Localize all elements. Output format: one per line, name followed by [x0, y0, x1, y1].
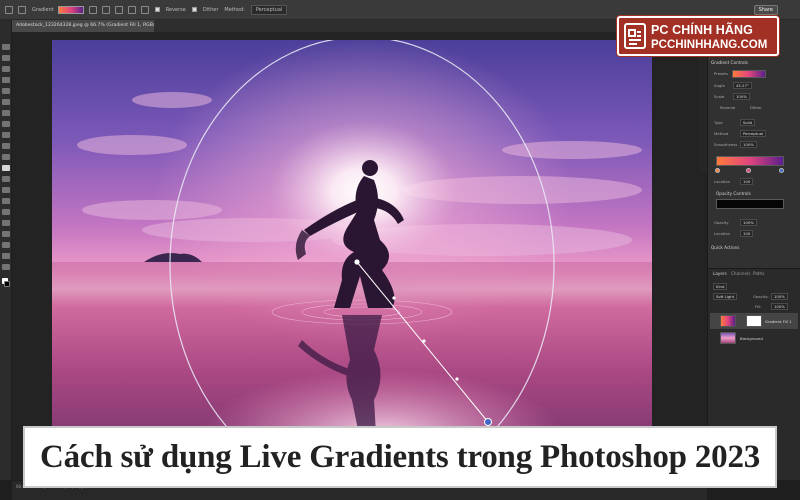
- background-color-swatch[interactable]: [4, 281, 10, 287]
- healing-tool-icon[interactable]: [2, 121, 10, 127]
- color-stop-2[interactable]: [746, 168, 751, 173]
- crop-tool-icon[interactable]: [2, 88, 10, 94]
- frame-tool-icon[interactable]: [2, 99, 10, 105]
- opacity-location-input[interactable]: 100: [740, 230, 754, 237]
- opacity-location-label: Location: [714, 231, 731, 236]
- caption-text: Cách sử dụng Live Gradients trong Photos…: [39, 438, 761, 475]
- tab-layers[interactable]: Layers: [713, 271, 727, 276]
- gradient-tool-icon[interactable]: [2, 165, 10, 171]
- dodge-tool-icon[interactable]: [2, 198, 10, 204]
- logo-brand-name: PC CHÍNH HÃNG: [651, 23, 753, 37]
- color-stop-3[interactable]: [779, 168, 784, 173]
- angle-gradient-icon[interactable]: [114, 5, 123, 14]
- fill-input[interactable]: 100%: [771, 303, 788, 310]
- smoothness-input[interactable]: 100%: [740, 141, 757, 148]
- opacity-label: Opacity: [714, 220, 729, 225]
- gradient-start-handle: [354, 259, 360, 265]
- opacity-controls-title: Opacity Controls: [716, 191, 751, 196]
- lasso-tool-icon[interactable]: [2, 66, 10, 72]
- linear-gradient-icon[interactable]: [88, 5, 97, 14]
- path-select-tool-icon[interactable]: [2, 231, 10, 237]
- tools-panel: [0, 20, 12, 480]
- layer-filter-kind[interactable]: Kind: [713, 283, 728, 290]
- dither-label: Dither: [750, 105, 762, 110]
- eraser-tool-icon[interactable]: [2, 176, 10, 182]
- method-select[interactable]: Perceptual: [740, 130, 767, 137]
- location-label: Location: [714, 179, 731, 184]
- smoothness-label: Smoothness: [714, 142, 738, 147]
- tab-channels[interactable]: Channels: [731, 271, 750, 276]
- reverse-label: Reverse: [165, 6, 186, 13]
- gradient-preview-swatch[interactable]: [57, 5, 84, 14]
- gradient-ramp[interactable]: [716, 156, 784, 166]
- move-tool-icon[interactable]: [2, 44, 10, 50]
- angle-label: Angle: [714, 83, 725, 88]
- type-select[interactable]: Solid: [740, 119, 756, 126]
- dither-label: Dither: [202, 6, 219, 13]
- reverse-label: Reverse: [720, 105, 736, 110]
- clone-stamp-tool-icon[interactable]: [2, 143, 10, 149]
- zoom-tool-icon[interactable]: [2, 264, 10, 270]
- type-tool-icon[interactable]: [2, 220, 10, 226]
- opacity-input[interactable]: 100%: [740, 219, 757, 226]
- blend-mode-select[interactable]: Soft Light: [713, 293, 738, 300]
- document-tab[interactable]: Adobestock_123264328.jpeg @ 66.7% (Gradi…: [12, 20, 154, 32]
- pen-tool-icon[interactable]: [2, 209, 10, 215]
- dither-checkbox[interactable]: [191, 7, 197, 12]
- history-brush-tool-icon[interactable]: [2, 154, 10, 160]
- layer-opacity-input[interactable]: 100%: [771, 293, 788, 300]
- brush-tool-icon[interactable]: [2, 132, 10, 138]
- gradient-label: Gradient: [32, 6, 54, 13]
- color-stop-1[interactable]: [715, 168, 720, 173]
- scale-label: Scale: [714, 94, 725, 99]
- quick-select-tool-icon[interactable]: [2, 77, 10, 83]
- tab-paths[interactable]: Paths: [753, 271, 764, 276]
- layer-thumbnail: [720, 332, 736, 344]
- location-input[interactable]: 100: [740, 178, 754, 185]
- reflected-gradient-icon[interactable]: [127, 5, 136, 14]
- method-select[interactable]: Perceptual: [250, 4, 288, 15]
- method-label: Method: [714, 131, 729, 136]
- opacity-ramp[interactable]: [716, 199, 784, 209]
- share-button[interactable]: Share: [753, 5, 778, 15]
- document-canvas-image[interactable]: [52, 40, 652, 485]
- hand-tool-icon[interactable]: [2, 253, 10, 259]
- caption-banner: Cách sử dụng Live Gradients trong Photos…: [23, 426, 777, 488]
- type-label: Type: [714, 120, 723, 125]
- layer-thumbnail: [720, 315, 736, 327]
- shape-tool-icon[interactable]: [2, 242, 10, 248]
- gradient-tool-icon[interactable]: [18, 5, 26, 14]
- logo-website: PCCHINHHANG.COM: [651, 39, 768, 51]
- gradient-controls-title: Gradient Controls: [711, 60, 748, 65]
- presets-label: Presets: [714, 71, 728, 76]
- presets-gradient-swatch[interactable]: [732, 70, 766, 78]
- brand-logo: PC CHÍNH HÃNG PCCHINHHANG.COM: [617, 16, 779, 56]
- layer-row[interactable]: Background: [710, 330, 798, 346]
- marquee-tool-icon[interactable]: [2, 55, 10, 61]
- blur-tool-icon[interactable]: [2, 187, 10, 193]
- layer-name: Background: [740, 336, 763, 341]
- home-icon[interactable]: [5, 5, 13, 14]
- fill-label: Fill:: [755, 304, 762, 309]
- layer-name: Gradient Fill 1: [765, 319, 792, 324]
- quick-actions-title: Quick Actions: [711, 245, 740, 250]
- layer-opacity-label: Opacity:: [753, 294, 769, 299]
- logo-mark-icon: [624, 23, 646, 49]
- scale-input[interactable]: 100%: [733, 93, 750, 100]
- eyedropper-tool-icon[interactable]: [2, 110, 10, 116]
- reverse-checkbox[interactable]: [154, 7, 160, 12]
- method-label: Method:: [224, 6, 245, 13]
- angle-input[interactable]: 45.27°: [733, 82, 752, 89]
- layer-mask-thumbnail: [746, 315, 762, 327]
- gradient-end-handle: [484, 418, 492, 426]
- radial-gradient-icon[interactable]: [101, 5, 110, 14]
- diamond-gradient-icon[interactable]: [140, 5, 149, 14]
- layer-row[interactable]: Gradient Fill 1: [710, 313, 798, 329]
